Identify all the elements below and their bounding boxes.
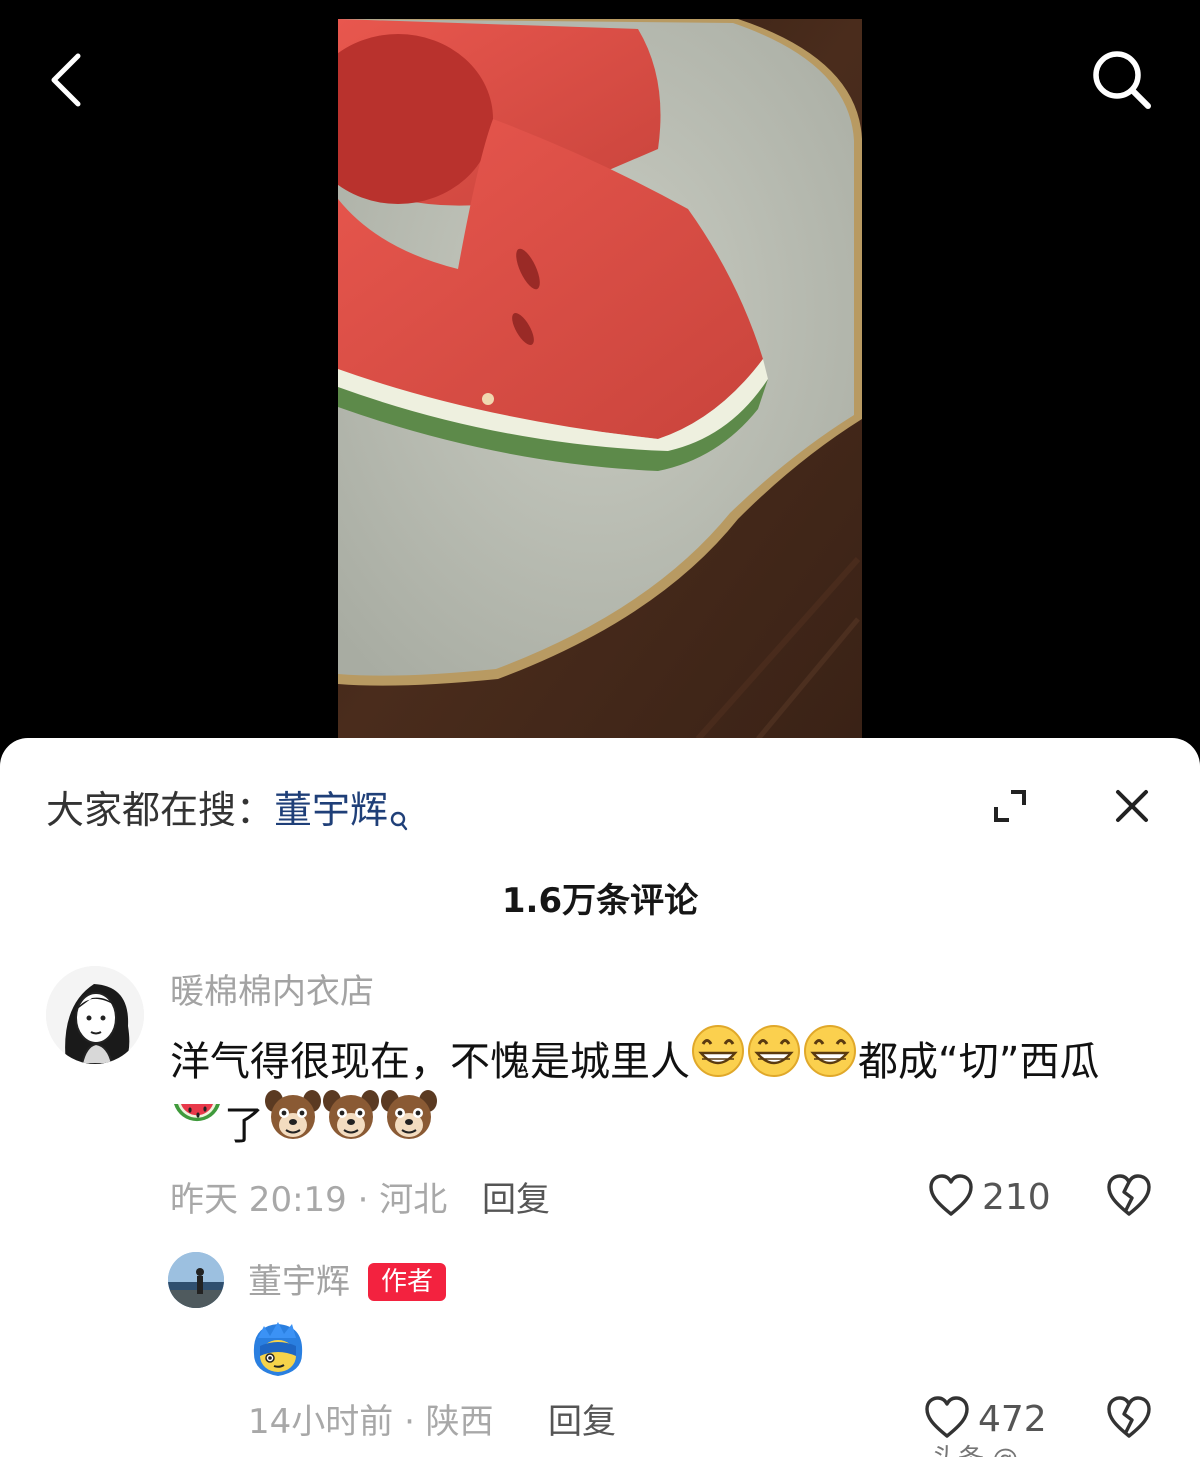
grin-emoji [690,1023,746,1098]
grin-emoji [802,1023,858,1098]
small-search-icon [390,790,408,846]
dog-emoji [322,1087,380,1162]
comment-text: 洋气得很现在，不愧是城里人 都成“切”西瓜 了 [170,1024,1160,1161]
trending-prefix: 大家都在搜： [46,788,275,832]
comment-text-part3: 了 [224,1103,264,1149]
broken-heart-icon [1106,1174,1152,1222]
like-count: 472 [978,1399,1047,1440]
like-button[interactable]: 472 [924,1396,1047,1444]
comment-text-part2: 都成“切”西瓜 [858,1039,1100,1085]
back-button[interactable] [34,44,98,120]
video-area[interactable] [0,0,1200,760]
search-button[interactable] [1082,44,1162,120]
heart-icon [924,1396,970,1444]
dislike-button[interactable] [1106,1396,1152,1444]
blue-hair-sticker-icon [248,1320,306,1382]
comment-time-location: 14小时前 · 陕西 [248,1402,494,1442]
close-button[interactable] [1108,784,1156,832]
heart-icon [928,1174,974,1222]
reply-button[interactable]: 回复 [482,1176,550,1224]
expand-icon [993,789,1027,827]
dog-emoji [380,1087,438,1162]
comment-username[interactable]: 暖棉棉内衣店 [170,968,374,1016]
comment-sheet: 大家都在搜：董宇辉 1.6万条评论 暖棉棉内衣店 洋气得很现在，不愧是城里人 都成… [0,738,1200,1457]
watermelon-emoji [170,1088,224,1161]
person-photo-avatar-icon [168,1252,224,1308]
watermelon-image [338,19,862,740]
search-icon [1091,49,1153,115]
broken-heart-icon [1106,1396,1152,1444]
close-icon [1115,789,1149,827]
like-button[interactable]: 210 [928,1174,1051,1222]
comment-text-part1: 洋气得很现在，不愧是城里人 [170,1039,690,1085]
like-count: 210 [982,1177,1051,1218]
woman-avatar-icon [46,966,144,1064]
comment-username[interactable]: 董宇辉 [248,1258,350,1306]
chevron-left-icon [48,52,84,112]
video-frame[interactable] [338,19,862,740]
reply-button[interactable]: 回复 [548,1398,616,1446]
author-badge: 作者 [368,1263,446,1301]
grin-emoji [746,1023,802,1098]
expand-button[interactable] [986,784,1034,832]
watermark: 头条 @ [932,1438,1018,1457]
dislike-button[interactable] [1106,1174,1152,1222]
avatar[interactable] [46,966,144,1064]
trending-keyword[interactable]: 董宇辉 [274,788,388,832]
trending-search-link[interactable]: 大家都在搜：董宇辉 [46,782,408,846]
dog-emoji [264,1087,322,1162]
avatar[interactable] [168,1252,224,1308]
comment-count: 1.6万条评论 [501,881,699,921]
comment-time-location: 昨天 20:19 · 河北 [170,1180,448,1220]
